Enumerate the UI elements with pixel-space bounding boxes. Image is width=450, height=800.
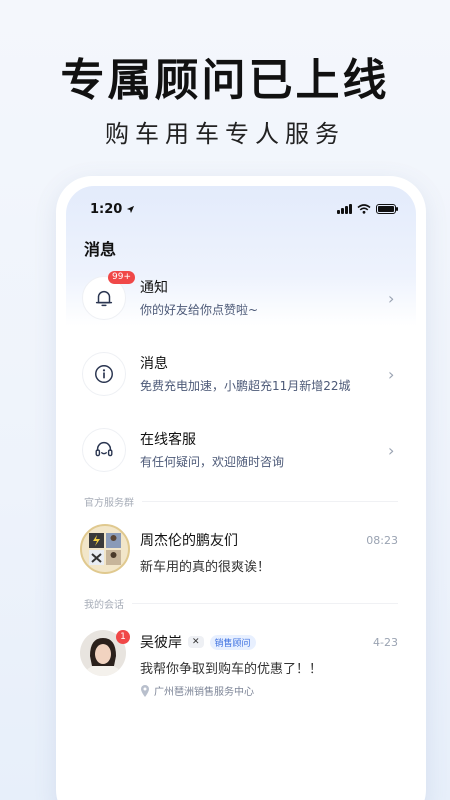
section-my-chats-text: 我的会话	[84, 600, 124, 611]
location-pin-icon	[141, 684, 149, 697]
row-subtitle: 有任何疑问，欢迎随时咨询	[140, 454, 285, 469]
row-title: 消息	[140, 355, 168, 372]
section-my-chats-label: 我的会话	[84, 596, 398, 611]
personal-chat-message: 我帮你争取到购车的优惠了！！	[140, 662, 323, 677]
status-icons	[337, 204, 398, 214]
hero-title: 专属顾问已上线	[60, 55, 390, 106]
unread-badge: 99+	[108, 271, 135, 284]
group-chat-row[interactable]: 周杰伦的鹏友们 08:23 新车用的真的很爽诶！	[66, 524, 416, 594]
page-title: 消息	[84, 240, 117, 259]
row-subtitle: 你的好友给你点赞啦~	[140, 302, 259, 317]
row-title: 在线客服	[140, 431, 196, 448]
wifi-icon	[357, 204, 371, 214]
headset-icon	[95, 441, 113, 457]
bell-icon	[95, 290, 113, 307]
group-avatar-image	[80, 524, 130, 574]
info-icon-wrap	[82, 352, 126, 396]
advisor-avatar: 1	[80, 630, 130, 680]
divider	[142, 501, 398, 502]
section-official-text: 官方服务群	[84, 498, 134, 509]
row-subtitle: 免费充电加速，小鹏超充11月新增22城	[140, 378, 351, 393]
chevron-right-icon: ›	[388, 440, 395, 460]
hero-subtitle: 购车用车专人服务	[105, 120, 345, 148]
chevron-right-icon: ›	[388, 364, 395, 384]
info-icon	[95, 365, 113, 383]
group-chat-time: 08:23	[366, 533, 398, 547]
advisor-name: 吴彼岸	[140, 635, 182, 651]
location-text: 广州琶洲销售服务中心	[154, 687, 254, 698]
headset-icon-wrap	[82, 428, 126, 472]
chevron-right-icon: ›	[388, 288, 395, 308]
group-chat-message: 新车用的真的很爽诶！	[140, 560, 271, 575]
status-bar: 1:20	[90, 200, 398, 218]
signal-icon	[337, 204, 352, 214]
bell-icon-wrap: 99+	[82, 271, 135, 320]
phone-frame: 1:20 消息 99+ 通知 你的好友给你点赞啦~ › 消息 免费充电加速，小鹏…	[56, 176, 426, 800]
notification-row[interactable]: 99+ 通知 你的好友给你点赞啦~ ›	[66, 268, 416, 328]
group-chat-name: 周杰伦的鹏友们	[140, 533, 238, 549]
unread-count-badge: 1	[116, 630, 130, 644]
status-time: 1:20	[90, 202, 135, 217]
group-avatar	[80, 524, 130, 574]
advisor-role-tag: 销售顾问	[209, 634, 256, 650]
location-arrow-icon	[127, 205, 135, 213]
message-row[interactable]: 消息 免费充电加速，小鹏超充11月新增22城 ›	[66, 344, 416, 404]
row-title: 通知	[140, 279, 168, 296]
battery-icon	[376, 204, 398, 214]
phone-screen: 1:20 消息 99+ 通知 你的好友给你点赞啦~ › 消息 免费充电加速，小鹏…	[66, 186, 416, 800]
section-official-label: 官方服务群	[84, 494, 398, 509]
advisor-name-group: 吴彼岸 ✕ 销售顾问	[140, 632, 256, 652]
divider	[132, 603, 398, 604]
customer-service-row[interactable]: 在线客服 有任何疑问，欢迎随时咨询 ›	[66, 420, 416, 480]
personal-chat-row[interactable]: 1 吴彼岸 ✕ 销售顾问 4-23 我帮你争取到购车的优惠了！！ 广州琶洲销售服…	[66, 630, 416, 700]
brand-logo-icon: ✕	[188, 636, 204, 648]
location-line: 广州琶洲销售服务中心	[140, 683, 398, 698]
personal-chat-time: 4-23	[373, 635, 398, 649]
status-time-text: 1:20	[90, 201, 123, 217]
